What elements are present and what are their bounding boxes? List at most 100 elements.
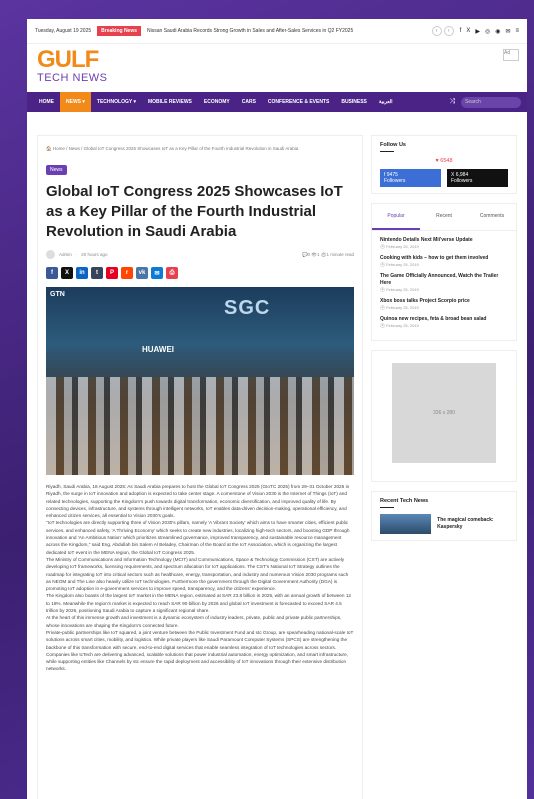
author-avatar[interactable] (46, 250, 55, 259)
ad-widget: 336 x 280 (371, 350, 517, 482)
popular-item-title[interactable]: The Game Officially Announced, Watch the… (380, 273, 508, 287)
recent-news-item-title[interactable]: The magical comeback: Kaspersky (437, 517, 508, 531)
author-name[interactable]: Admin (59, 252, 72, 257)
popular-item[interactable]: Cooking with kids – how to get them invo… (380, 255, 508, 267)
paragraph: The Ministry of Communications and Infor… (46, 556, 349, 592)
webpage: Tuesday, August 19 2025 Breaking News Ni… (27, 19, 527, 799)
paragraph: Riyadh, Saudi Arabia, 18 August 2025: As… (46, 484, 350, 519)
follow-widget: Follow Us ♥ 6548 f 9475 Followers X 6,98… (371, 135, 517, 194)
ticker-next-icon[interactable]: › (443, 26, 454, 36)
nav-arabic[interactable]: العربية (373, 92, 399, 112)
facebook-followers-label: Followers (384, 178, 406, 184)
likes-count[interactable]: ♥ 6548 (380, 158, 508, 164)
x-icon[interactable]: X (466, 28, 470, 35)
share-x-icon[interactable]: X (61, 267, 73, 279)
main-nav: HOME NEWS ▾ TECHNOLOGY ▾ MOBILE REVIEWS … (27, 92, 527, 112)
nav-mobile-reviews[interactable]: MOBILE REVIEWS (142, 92, 198, 112)
article-title: Global IoT Congress 2025 Showcases IoT a… (46, 183, 343, 240)
paragraph: At the heart of this immense growth and … (46, 615, 342, 628)
nav-technology[interactable]: TECHNOLOGY ▾ (91, 92, 142, 112)
popular-item[interactable]: Quinoa new recipes, feta & broad bean sa… (380, 316, 508, 328)
x-followers-label: Followers (451, 178, 473, 184)
logo-gulf: GULF (37, 46, 99, 73)
share-pinterest-icon[interactable]: P (106, 267, 118, 279)
share-tumblr-icon[interactable]: t (91, 267, 103, 279)
popular-item-date: 🕓 February 25, 2019 (380, 305, 419, 310)
article-photo: GTN SGC HUAWEI (46, 287, 354, 475)
nav-business[interactable]: BUSINESS (335, 92, 373, 112)
category-badge[interactable]: News (46, 165, 67, 175)
popular-item-title[interactable]: Quinoa new recipes, feta & broad bean sa… (380, 316, 508, 323)
facebook-icon[interactable]: f (460, 28, 462, 35)
photo-gtn-watermark: GTN (50, 291, 65, 298)
share-reddit-icon[interactable]: r (121, 267, 133, 279)
popular-item-title[interactable]: Cooking with kids – how to get them invo… (380, 255, 508, 262)
site-logo[interactable]: GULF TECH NEWS (37, 46, 108, 85)
share-messenger-icon[interactable]: ✉ (151, 267, 163, 279)
article-stats: 💬0 👁1 ⏱1 minute read (301, 251, 354, 257)
post-time: 20 hours ago (81, 252, 108, 257)
header-ad-image[interactable]: Ad (503, 49, 519, 61)
ticker-prev-icon[interactable]: ‹ (431, 26, 442, 36)
article-body: Riyadh, Saudi Arabia, 18 August 2025: As… (46, 483, 354, 673)
top-bar: Tuesday, August 19 2025 Breaking News Ni… (27, 19, 527, 44)
popular-item[interactable]: Xbox boss talks Project Scorpio price 🕓 … (380, 298, 508, 310)
popular-item[interactable]: Nintendo Details Next Mii'verse Update 🕓… (380, 237, 508, 249)
nav-home[interactable]: HOME (33, 92, 60, 112)
tab-comments[interactable]: Comments (468, 204, 516, 230)
share-print-icon[interactable]: ⎙ (166, 267, 178, 279)
share-vk-icon[interactable]: vk (136, 267, 148, 279)
rss-icon[interactable]: ◉ (495, 28, 500, 35)
menu-icon[interactable]: ≡ (515, 28, 519, 35)
breadcrumb[interactable]: 🏠 Home / News / Global IoT Congress 2025… (46, 146, 354, 152)
popular-item-title[interactable]: Nintendo Details Next Mii'verse Update (380, 237, 508, 244)
news-ticker[interactable]: Nissan Saudi Arabia Records Strong Growt… (147, 28, 432, 34)
tab-recent[interactable]: Recent (420, 204, 468, 230)
top-social-icons: f X ▶ ◎ ◉ ✉ ≡ (460, 28, 519, 35)
nav-cars[interactable]: CARS (236, 92, 262, 112)
breaking-news-badge: Breaking News (97, 26, 142, 36)
recent-news-item[interactable]: The magical comeback: Kaspersky (380, 514, 508, 534)
title-underline (380, 151, 394, 152)
ticker-arrows: ‹ › (431, 26, 454, 36)
paragraph: "IoT technologies are directly supportin… (46, 520, 350, 555)
popular-item-date: 🕓 February 25, 2019 (380, 323, 419, 328)
photo-crowd (46, 377, 354, 475)
random-article-icon[interactable]: ⤨ (449, 98, 455, 106)
search-input[interactable]: Search (461, 96, 521, 108)
nav-news[interactable]: NEWS ▾ (60, 92, 91, 112)
meta-separator: · (75, 252, 78, 257)
article-meta: Admin · 20 hours ago 💬0 👁1 ⏱1 minute rea… (46, 250, 354, 259)
background-frame: Tuesday, August 19 2025 Breaking News Ni… (0, 0, 534, 799)
popular-item-date: 🕓 February 25, 2019 (380, 244, 419, 249)
sidebar-ad-placeholder[interactable]: 336 x 280 (392, 363, 496, 463)
article-card: 🏠 Home / News / Global IoT Congress 2025… (37, 135, 363, 799)
follow-buttons: f 9475 Followers X 6,984 Followers (380, 169, 508, 187)
share-linkedin-icon[interactable]: in (76, 267, 88, 279)
recent-news-title: Recent Tech News (380, 498, 429, 504)
youtube-icon[interactable]: ▶ (475, 28, 480, 35)
instagram-icon[interactable]: ◎ (485, 28, 490, 35)
x-follow-button[interactable]: X 6,984 Followers (447, 169, 508, 187)
tab-popular[interactable]: Popular (372, 204, 420, 230)
share-buttons: f Xin t Pr vk ✉ ⎙ (46, 267, 354, 279)
recent-news-widget: Recent Tech News The magical comeback: K… (371, 491, 517, 541)
popular-item[interactable]: The Game Officially Announced, Watch the… (380, 273, 508, 292)
tab-bar: Popular Recent Comments (372, 204, 516, 231)
top-date: Tuesday, August 19 2025 (35, 28, 92, 34)
sidebar: Follow Us ♥ 6548 f 9475 Followers X 6,98… (371, 135, 517, 550)
photo-huawei-sign: HUAWEI (142, 345, 174, 354)
nav-conference-events[interactable]: CONFERENCE & EVENTS (262, 92, 335, 112)
share-facebook-icon[interactable]: f (46, 267, 58, 279)
recent-news-thumbnail[interactable] (380, 514, 432, 534)
nav-economy[interactable]: ECONOMY (198, 92, 236, 112)
mail-icon[interactable]: ✉ (505, 28, 510, 35)
header: GULF TECH NEWS Ad (27, 44, 527, 92)
photo-sgc-sign: SGC (224, 297, 271, 319)
popular-item-date: 🕓 February 25, 2019 (380, 287, 419, 292)
popular-item-title[interactable]: Xbox boss talks Project Scorpio price (380, 298, 508, 305)
paragraph: The Kingdom also boasts of the largest I… (46, 593, 352, 614)
popular-item-date: 🕓 February 25, 2019 (380, 262, 419, 267)
facebook-follow-button[interactable]: f 9475 Followers (380, 169, 441, 187)
title-underline (380, 507, 394, 508)
